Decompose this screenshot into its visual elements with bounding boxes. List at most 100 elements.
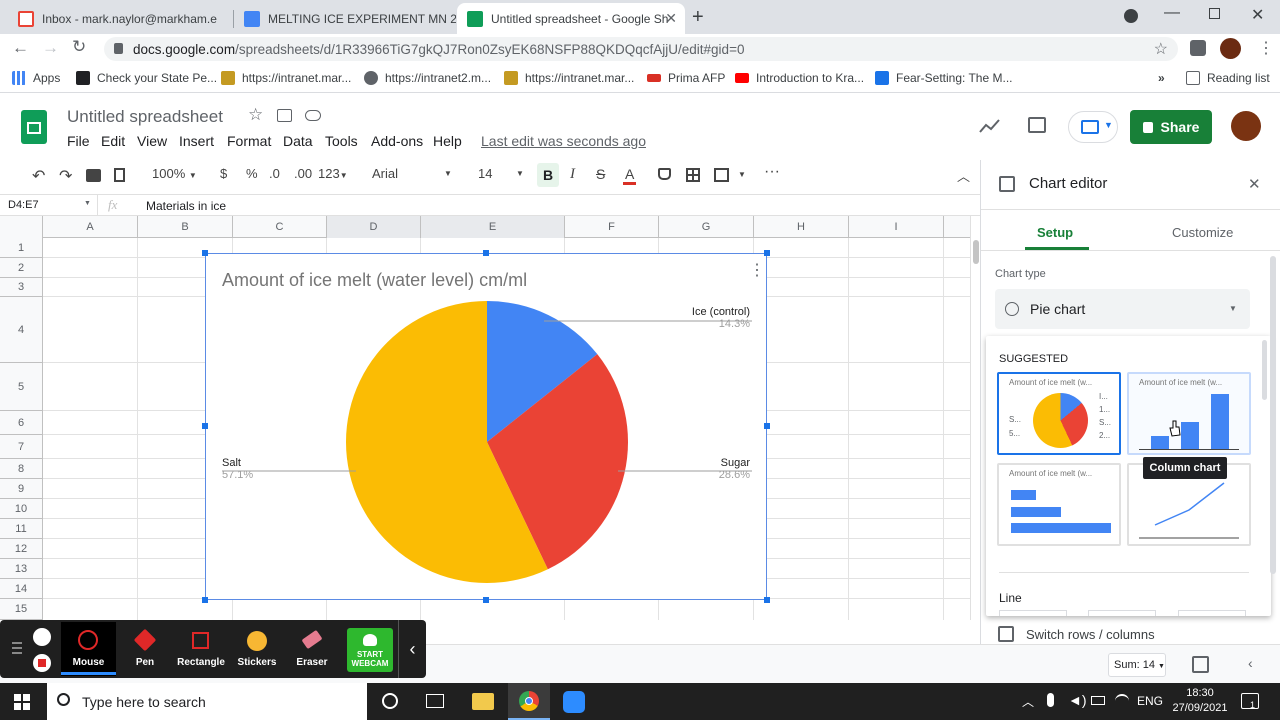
menu-data[interactable]: Data — [283, 133, 313, 149]
side-panel-toggle-icon[interactable]: ‹ — [1248, 655, 1253, 671]
bookmark-item[interactable]: Prima AFP — [647, 71, 725, 85]
switch-rows-checkbox[interactable] — [998, 626, 1014, 642]
select-all-corner[interactable] — [0, 216, 43, 238]
bookmark-item[interactable]: Check your State Pe... — [76, 71, 217, 85]
trend-icon[interactable] — [979, 117, 1001, 135]
paint-format-icon[interactable] — [114, 168, 125, 182]
menu-file[interactable]: File — [67, 133, 90, 149]
minimize-icon[interactable]: — — [1164, 4, 1180, 22]
more-formats-button[interactable]: 123▼ — [318, 166, 348, 181]
omnibox[interactable]: docs.google.com/spreadsheets/d/1R33966Ti… — [104, 37, 1178, 61]
row-header[interactable]: 2 — [0, 258, 43, 278]
clock[interactable]: 18:30 27/09/2021 — [1170, 686, 1230, 716]
user-avatar[interactable] — [1231, 111, 1261, 141]
forward-icon[interactable]: → — [42, 38, 59, 58]
taskbar-search[interactable]: Type here to search — [47, 683, 367, 720]
menu-tools[interactable]: Tools — [325, 133, 358, 149]
restore-icon[interactable] — [1209, 8, 1220, 19]
back-icon[interactable]: ← — [12, 38, 29, 58]
close-icon[interactable]: ✕ — [1248, 175, 1261, 193]
notification-icon[interactable]: 1 — [1241, 693, 1259, 710]
sheets-logo-icon[interactable] — [21, 110, 47, 144]
new-tab-icon[interactable]: + — [692, 6, 704, 29]
sum-select[interactable]: Sum: 14 ▼ — [1108, 653, 1166, 677]
profile-dropdown-icon[interactable] — [1124, 9, 1138, 23]
chrome-taskbar-button[interactable] — [508, 683, 550, 720]
borders-icon[interactable] — [686, 168, 700, 182]
column-header[interactable]: C — [233, 216, 327, 238]
row-header[interactable]: 12 — [0, 539, 43, 559]
stop-icon[interactable] — [33, 654, 51, 672]
line-chart-option[interactable] — [1178, 610, 1246, 616]
pen-tool[interactable]: Pen — [118, 622, 172, 676]
menu-addons[interactable]: Add-ons — [371, 133, 423, 149]
column-header[interactable]: H — [754, 216, 849, 238]
column-header[interactable]: G — [659, 216, 754, 238]
close-tab-icon[interactable]: ✕ — [665, 10, 677, 27]
task-view-icon[interactable] — [426, 694, 444, 708]
increase-decimal-button[interactable]: .00 — [294, 166, 312, 181]
menu-edit[interactable]: Edit — [101, 133, 125, 149]
comments-icon[interactable] — [1028, 117, 1046, 133]
row-header[interactable]: 6 — [0, 411, 43, 435]
chart-type-select[interactable]: Pie chart ▼ — [995, 289, 1250, 329]
column-header[interactable]: F — [565, 216, 659, 238]
decrease-decimal-button[interactable]: .0 — [269, 166, 280, 181]
strikethrough-button[interactable]: S — [596, 166, 605, 182]
row-header[interactable]: 13 — [0, 559, 43, 579]
mouse-tool[interactable]: Mouse — [61, 622, 116, 676]
row-header[interactable]: 15 — [0, 599, 43, 620]
reading-list[interactable]: Reading list — [1186, 71, 1270, 85]
stickers-tool[interactable]: Stickers — [230, 622, 284, 676]
bookmark-item[interactable]: https://intranet.mar... — [504, 71, 634, 85]
start-webcam-button[interactable]: START WEBCAM — [347, 628, 393, 672]
rectangle-tool[interactable]: Rectangle — [172, 622, 230, 676]
vertical-scrollbar[interactable] — [970, 216, 980, 620]
column-header[interactable]: I — [849, 216, 944, 238]
currency-button[interactable]: $ — [220, 166, 227, 181]
chevron-down-icon[interactable]: ▼ — [738, 170, 746, 179]
font-size-select[interactable]: 14 ▼ — [478, 166, 524, 181]
row-header[interactable]: 10 — [0, 499, 43, 519]
suggested-pie-chart[interactable]: Amount of ice melt (w... S... 5... I... … — [997, 372, 1121, 455]
dropdown-scrollbar[interactable] — [1262, 340, 1267, 400]
column-header[interactable]: A — [43, 216, 138, 238]
resize-handle[interactable] — [764, 250, 770, 256]
bookmarks-overflow-icon[interactable]: » — [1158, 71, 1165, 85]
pause-icon[interactable] — [33, 628, 51, 646]
wifi-icon[interactable] — [1115, 694, 1129, 708]
row-header[interactable]: 1 — [0, 238, 43, 258]
microphone-icon[interactable] — [1047, 693, 1054, 707]
undo-icon[interactable]: ↶ — [32, 166, 45, 186]
row-header[interactable]: 4 — [0, 297, 43, 363]
file-explorer-icon[interactable] — [472, 693, 494, 710]
row-header[interactable]: 3 — [0, 278, 43, 297]
move-folder-icon[interactable] — [277, 109, 292, 122]
column-header[interactable]: D — [327, 216, 421, 238]
battery-icon[interactable] — [1091, 696, 1105, 705]
close-window-icon[interactable]: ✕ — [1251, 5, 1264, 25]
menu-help[interactable]: Help — [433, 133, 462, 149]
menu-insert[interactable]: Insert — [179, 133, 214, 149]
bookmark-item[interactable]: https://intranet2.m... — [364, 71, 491, 85]
zoom-select[interactable]: 100% ▼ — [152, 166, 197, 181]
tab-gmail[interactable]: Inbox - mark.naylor@markham.e — [8, 3, 232, 34]
name-box[interactable]: D4:E7 — [8, 199, 39, 211]
resize-handle[interactable] — [483, 250, 489, 256]
more-options-button[interactable]: ··· — [764, 163, 780, 181]
bold-button[interactable]: B — [537, 163, 559, 187]
resize-handle[interactable] — [202, 597, 208, 603]
line-chart-option[interactable] — [1088, 610, 1156, 616]
present-button[interactable]: ▼ — [1068, 111, 1118, 143]
windows-start-icon[interactable] — [14, 694, 30, 710]
share-button[interactable]: Share — [1130, 110, 1212, 144]
extensions-icon[interactable] — [1190, 40, 1206, 56]
star-icon[interactable]: ☆ — [248, 105, 263, 125]
profile-avatar[interactable] — [1220, 38, 1241, 59]
resize-handle[interactable] — [764, 597, 770, 603]
merge-cells-icon[interactable] — [714, 168, 729, 182]
zoom-app-icon[interactable] — [563, 691, 585, 713]
print-icon[interactable] — [86, 169, 101, 182]
show-hidden-icons[interactable]: ︿ — [1022, 693, 1034, 710]
collapse-toolbar-icon[interactable]: ‹ — [398, 620, 426, 678]
